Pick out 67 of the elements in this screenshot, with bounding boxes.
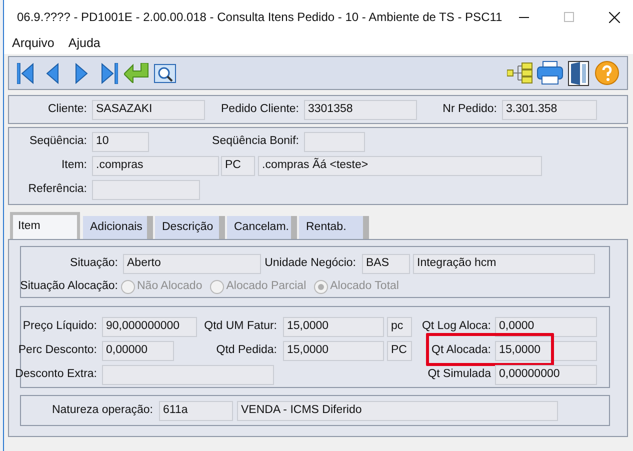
field-label: Qt Simulada — [428, 367, 491, 382]
text-field[interactable] — [304, 132, 365, 152]
field-label: Seqüência Bonif: — [212, 134, 299, 150]
text-field[interactable]: 15,0000 — [283, 341, 384, 361]
search-button[interactable] — [154, 64, 176, 82]
menu-item[interactable]: Ajuda — [68, 34, 100, 52]
radio-label: Alocado Total — [330, 279, 399, 294]
text-field[interactable]: BAS — [362, 254, 410, 274]
last-record-button[interactable] — [101, 62, 118, 84]
field-label: Qt Log Aloca: — [422, 319, 491, 334]
text-field[interactable]: 90,000000000 — [102, 317, 197, 337]
text-field[interactable]: 0,00000000 — [495, 365, 597, 385]
field-label: Unidade Negócio: — [264, 256, 356, 272]
text-field[interactable]: 3301358 — [304, 100, 417, 120]
field-label: Seqüência: — [29, 134, 87, 150]
radio-label: Alocado Parcial — [226, 279, 306, 294]
text-field[interactable]: 10 — [92, 132, 149, 152]
text-field[interactable]: Integração hcm — [413, 254, 595, 274]
return-arrow-button[interactable] — [124, 63, 149, 83]
text-field[interactable]: PC — [221, 156, 255, 176]
field-label: Item: — [61, 158, 87, 174]
field-label: Cliente: — [48, 102, 87, 117]
field-label: Qtd Pedida: — [216, 343, 277, 358]
text-field[interactable] — [92, 180, 200, 200]
field-label: Perc Desconto: — [18, 343, 97, 358]
text-field[interactable]: 15,0000 — [495, 341, 597, 361]
field-label: Nr Pedido: — [442, 102, 497, 117]
field-label: Situação Alocação: — [20, 279, 118, 294]
text-field[interactable]: .compras Ãá <teste> — [258, 156, 542, 176]
tab[interactable]: Descrição — [155, 216, 225, 239]
radio-label: Não Alocado — [137, 279, 202, 294]
first-record-button[interactable] — [17, 62, 34, 84]
text-field[interactable] — [102, 365, 274, 385]
printer-button[interactable] — [537, 61, 563, 85]
tab[interactable]: Rentab. — [299, 216, 369, 239]
text-field[interactable]: VENDA - ICMS Diferido — [237, 400, 558, 420]
text-field[interactable]: 0,00000 — [102, 341, 174, 361]
text-field[interactable]: SASAZAKI — [92, 100, 205, 120]
tree-structure-button[interactable] — [507, 62, 533, 84]
maximize-icon — [564, 12, 574, 22]
text-field[interactable]: Aberto — [123, 254, 261, 274]
field-label: Referência: — [28, 182, 87, 198]
window-title: 06.9.???? - PD1001E - 2.00.00.018 - Consulta Itens Pedido - 10 - Ambiente de TS - PSC11 — [17, 9, 502, 26]
text-field[interactable]: pc — [387, 317, 412, 337]
field-label: Qt Alocada: — [432, 343, 491, 358]
close-icon — [608, 12, 620, 22]
field-label: Desconto Extra: — [15, 367, 97, 382]
field-label: Situação: — [70, 256, 118, 272]
exit-door-button[interactable] — [568, 60, 589, 86]
text-field[interactable]: .compras — [92, 156, 219, 176]
field-label: Pedido Cliente: — [221, 102, 299, 117]
field-label: Qtd UM Fatur: — [204, 319, 277, 334]
menu-item[interactable]: Arquivo — [12, 34, 54, 52]
text-field[interactable]: 0,0000 — [495, 317, 597, 337]
minimize-icon — [519, 16, 530, 18]
tab[interactable]: Item — [10, 212, 80, 239]
tab[interactable]: Cancelam. — [227, 216, 297, 239]
text-field[interactable]: 611a — [159, 400, 233, 420]
field-label: Preço Líquido: — [22, 319, 97, 334]
previous-record-button[interactable] — [46, 62, 59, 84]
text-field[interactable]: 3.301.358 — [502, 100, 597, 120]
next-record-button[interactable] — [75, 62, 88, 84]
help-button[interactable] — [595, 61, 619, 85]
tab[interactable]: Adicionais — [83, 216, 153, 239]
field-label: Natureza operação: — [52, 402, 153, 418]
text-field[interactable]: 15,0000 — [283, 317, 384, 337]
text-field[interactable]: PC — [387, 341, 412, 361]
